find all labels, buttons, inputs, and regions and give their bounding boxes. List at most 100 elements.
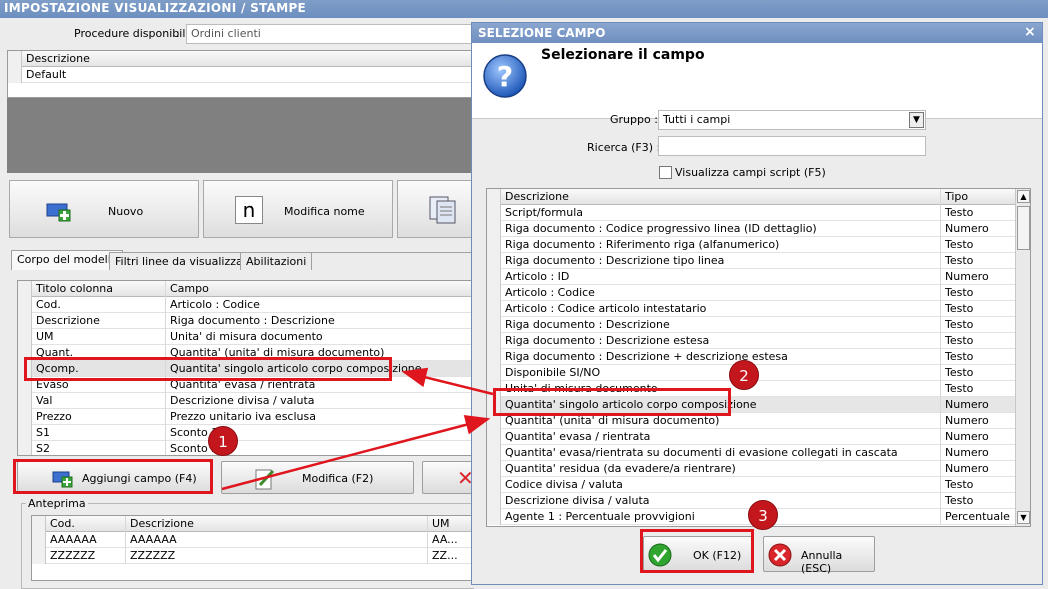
preview-grid: Cod. Descrizione UM AAAAAA AAAAAA AA... … [31, 515, 474, 581]
list-item[interactable]: Articolo : Codice Testo [487, 285, 1030, 301]
table-row[interactable]: Default [8, 67, 473, 83]
field-descrizione: Script/formula [501, 205, 941, 221]
modifica-nome-button[interactable]: n Modifica nome [203, 180, 393, 238]
table-row[interactable]: Descrizione Riga documento : Descrizione [18, 313, 473, 329]
highlight-aggiungi-button [13, 459, 213, 494]
field-tipo: Testo [945, 318, 974, 331]
field-tipo: Testo [945, 478, 974, 491]
ricerca-input[interactable] [658, 136, 926, 156]
tab-abilitazioni[interactable]: Abilitazioni [240, 252, 313, 270]
modifica-button[interactable]: Modifica (F2) [221, 461, 414, 494]
column-header-descrizione[interactable]: Descrizione [22, 51, 472, 67]
list-item[interactable]: Articolo : Codice articolo intestatario T… [487, 301, 1030, 317]
tab-filtri-linee[interactable]: Filtri linee da visualizzare [109, 252, 260, 270]
anteprima-label: Anteprima [26, 497, 88, 510]
step-badge-1: 1 [208, 426, 238, 456]
field-descrizione: Articolo : Codice articolo intestatario [501, 301, 941, 317]
dialog-title-bar: SELEZIONE CAMPO × [472, 23, 1042, 43]
list-item[interactable]: Riga documento : Riferimento riga (alfan… [487, 237, 1030, 253]
field-campo: Articolo : Codice [170, 298, 260, 311]
window-title: IMPOSTAZIONE VISUALIZZAZIONI / STAMPE [0, 0, 1048, 18]
list-item[interactable]: Codice divisa / valuta Testo [487, 477, 1030, 493]
field-tipo: Testo [945, 302, 974, 315]
list-item[interactable]: Riga documento : Descrizione + descrizio… [487, 349, 1030, 365]
svg-text:?: ? [497, 60, 513, 93]
field-tipo: Testo [945, 494, 974, 507]
field-descrizione: Riga documento : Riferimento riga (alfan… [501, 237, 941, 253]
field-title: Val [32, 393, 166, 409]
duplicate-button[interactable] [397, 180, 474, 238]
field-tipo: Testo [945, 366, 974, 379]
gruppo-select[interactable]: Tutti i campi ▼ [658, 110, 926, 130]
list-item[interactable]: Quantita' evasa/rientrata su documenti d… [487, 445, 1030, 461]
field-tipo: Numero [945, 446, 989, 459]
field-tipo: Numero [945, 414, 989, 427]
preview-cell: ZZZZZZ [46, 548, 126, 564]
field-campo: Descrizione divisa / valuta [170, 394, 315, 407]
procedure-colon: : [176, 27, 180, 40]
annulla-label: Annulla (ESC) [801, 549, 843, 575]
preview-cell: ZZZZZZ [126, 548, 428, 564]
highlight-qcomp-row [24, 357, 392, 381]
procedure-select[interactable]: Ordini clienti [186, 24, 476, 44]
field-descrizione: Quantita' evasa / rientrata [501, 429, 941, 445]
list-item[interactable]: Riga documento : Descrizione tipo linea T… [487, 253, 1030, 269]
edit-icon [255, 469, 275, 490]
question-icon: ? [483, 54, 527, 98]
elimina-button[interactable]: ✕ [422, 461, 474, 494]
models-grid: Descrizione Default [7, 50, 474, 98]
new-record-icon [46, 203, 71, 222]
grid-empty-area [7, 98, 474, 173]
annulla-button[interactable]: Annulla (ESC) [763, 536, 875, 575]
field-tipo: Testo [945, 334, 974, 347]
field-descrizione: Agente 1 : Percentuale provvigioni [501, 509, 941, 525]
column-header-tipo[interactable]: Tipo [941, 189, 1015, 205]
script-checkbox-label: Visualizza campi script (F5) [675, 166, 826, 179]
list-item[interactable]: Riga documento : Descrizione estesa Testo [487, 333, 1030, 349]
list-item[interactable]: Riga documento : Codice progressivo line… [487, 221, 1030, 237]
chevron-down-icon[interactable]: ▼ [909, 112, 924, 128]
scrollbar[interactable]: ▲ ▼ [1015, 189, 1030, 526]
field-descrizione: Articolo : ID [501, 269, 941, 285]
field-tipo: Numero [945, 270, 989, 283]
field-list: Descrizione Tipo Script/formula Testo Riga… [486, 188, 1031, 527]
list-item[interactable]: Riga documento : Descrizione Testo [487, 317, 1030, 333]
close-icon[interactable]: × [1024, 24, 1036, 40]
list-item[interactable]: Script/formula Testo [487, 205, 1030, 221]
script-checkbox[interactable] [659, 166, 672, 179]
cancel-icon [768, 543, 792, 567]
model-name: Default [26, 68, 67, 81]
column-header-campo[interactable]: Campo [166, 281, 473, 297]
table-row[interactable]: UM Unita' di misura documento [18, 329, 473, 345]
column-header-descrizione[interactable]: Descrizione [501, 189, 941, 205]
highlight-ok-button [640, 529, 754, 573]
field-tipo: Testo [945, 254, 974, 267]
table-row[interactable]: Prezzo Prezzo unitario iva esclusa [18, 409, 473, 425]
field-tipo: Numero [945, 222, 989, 235]
field-title: Cod. [32, 297, 166, 313]
table-row[interactable]: S2 Sconto 2 [18, 441, 473, 455]
field-descrizione: Disponibile SI/NO [501, 365, 941, 381]
field-title: S2 [32, 441, 166, 455]
field-tipo: Percentuale [945, 510, 1010, 523]
table-row[interactable]: S1 Sconto 1 [18, 425, 473, 441]
field-descrizione: Articolo : Codice [501, 285, 941, 301]
list-item[interactable]: Quantita' residua (da evadere/a rientrar… [487, 461, 1030, 477]
scroll-down-icon[interactable]: ▼ [1017, 511, 1030, 524]
scrollbar-thumb[interactable] [1017, 206, 1030, 250]
nuovo-button[interactable]: Nuovo [9, 180, 199, 238]
list-item[interactable]: Quantita' evasa / rientrata Numero [487, 429, 1030, 445]
table-row[interactable]: Cod. Articolo : Codice [18, 297, 473, 313]
scroll-up-icon[interactable]: ▲ [1017, 190, 1030, 203]
column-header-titolo[interactable]: Titolo colonna [32, 281, 166, 297]
step-badge-2: 2 [729, 360, 759, 390]
field-descrizione: Descrizione divisa / valuta [501, 493, 941, 509]
field-campo: Unita' di misura documento [170, 330, 323, 343]
field-descrizione: Riga documento : Codice progressivo line… [501, 221, 941, 237]
gruppo-label: Gruppo : [610, 113, 658, 126]
list-item[interactable]: Articolo : ID Numero [487, 269, 1030, 285]
modifica-nome-label: Modifica nome [284, 205, 365, 218]
table-row[interactable]: Val Descrizione divisa / valuta [18, 393, 473, 409]
tab-corpo-modello[interactable]: Corpo del modello [11, 250, 124, 270]
field-descrizione: Quantita' evasa/rientrata su documenti d… [501, 445, 941, 461]
